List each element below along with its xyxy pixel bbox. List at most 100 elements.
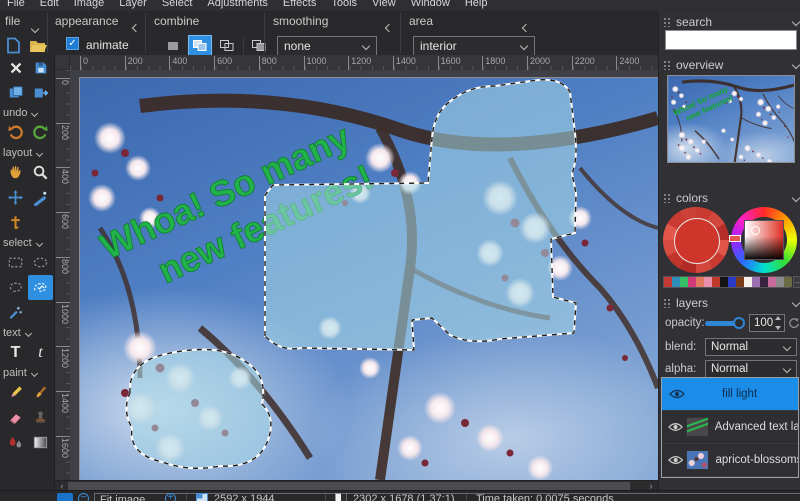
palette-swatch[interactable] <box>680 277 688 287</box>
palette-swatch[interactable] <box>704 277 712 287</box>
undo-button[interactable] <box>3 120 28 145</box>
combine-exclude-button[interactable] <box>215 35 239 56</box>
palette-swatch[interactable] <box>696 277 704 287</box>
layer-row-advanced-text[interactable]: Advanced text lay... <box>662 411 798 444</box>
menu-select[interactable]: Select <box>162 0 193 11</box>
drag-grip-icon[interactable] <box>663 59 671 70</box>
overview-thumbnail[interactable] <box>667 75 795 163</box>
menu-edit[interactable]: Edit <box>40 0 59 11</box>
palette-swatch[interactable] <box>688 277 696 287</box>
smoothing-select[interactable]: none <box>277 36 377 56</box>
palette-swatch[interactable] <box>736 277 744 287</box>
opacity-numbox[interactable] <box>749 314 785 332</box>
file-section-label[interactable]: file <box>5 14 20 28</box>
close-image-button[interactable] <box>3 55 28 80</box>
redo-button[interactable] <box>28 120 53 145</box>
palette-swatch[interactable] <box>672 277 680 287</box>
eraser-tool[interactable] <box>3 405 28 430</box>
layer-visibility-icon[interactable] <box>668 389 686 399</box>
palette-swatch[interactable] <box>728 277 736 287</box>
paintbrush-tool[interactable] <box>28 380 53 405</box>
sv-cursor[interactable] <box>751 226 760 235</box>
move-tool[interactable] <box>3 185 28 210</box>
layout-section[interactable]: layout <box>0 145 54 160</box>
drag-grip-icon[interactable] <box>663 192 671 203</box>
palette-swatch[interactable] <box>720 277 728 287</box>
file-chevron-icon[interactable] <box>30 19 40 34</box>
palette-swatch[interactable] <box>744 277 752 287</box>
area-collapse-icon[interactable] <box>521 18 531 33</box>
hue-cursor[interactable] <box>729 235 741 242</box>
save-button[interactable] <box>28 55 53 80</box>
appearance-collapse-icon[interactable] <box>131 18 141 33</box>
menu-view[interactable]: View <box>372 0 396 11</box>
combine-intersect-button[interactable] <box>247 35 271 56</box>
drag-grip-icon[interactable] <box>663 297 671 308</box>
text-section[interactable]: text <box>0 325 54 340</box>
canvas-viewport[interactable]: Whoa! So many new features! <box>70 70 658 480</box>
colors-panel-header[interactable]: colors <box>659 189 800 206</box>
text-tool[interactable]: T <box>3 340 28 365</box>
layers-collapse-icon[interactable] <box>791 298 800 308</box>
gradient-tool[interactable] <box>28 430 53 455</box>
area-select[interactable]: interior <box>413 36 535 56</box>
opacity-spinner[interactable] <box>775 316 783 330</box>
blend-select[interactable]: Normal <box>705 338 797 356</box>
menu-tools[interactable]: Tools <box>331 0 357 11</box>
zoom-out-button[interactable]: − <box>78 493 89 501</box>
open-image-icon[interactable] <box>28 37 47 54</box>
select-section[interactable]: select <box>0 235 54 250</box>
straighten-tool[interactable] <box>28 185 53 210</box>
palette-swatch[interactable] <box>784 277 792 287</box>
zoom-tool[interactable] <box>28 160 53 185</box>
alpha-select[interactable]: Normal <box>705 360 797 378</box>
pencil-tool[interactable] <box>3 380 28 405</box>
saturation-value-square[interactable] <box>745 221 783 259</box>
horizontal-scrollbar[interactable]: ‹ › <box>55 480 658 491</box>
menu-help[interactable]: Help <box>465 0 488 11</box>
layer-row-fill-light[interactable]: fill light <box>662 378 798 411</box>
smart-select-tool[interactable] <box>28 275 53 300</box>
animate-checkbox[interactable]: ✓ <box>66 37 79 50</box>
anchor-tool[interactable] <box>3 210 28 235</box>
combine-union-button[interactable] <box>188 35 212 56</box>
menu-effects[interactable]: Effects <box>283 0 316 11</box>
smoothing-collapse-icon[interactable] <box>384 18 394 33</box>
opacity-input[interactable] <box>750 315 776 331</box>
clone-stamp-tool[interactable] <box>28 405 53 430</box>
save-all-button[interactable] <box>3 80 28 105</box>
animate-label[interactable]: animate <box>86 38 129 52</box>
ellipse-select-tool[interactable] <box>28 250 53 275</box>
search-panel-header[interactable]: search <box>659 13 800 30</box>
palette-swatch[interactable] <box>712 277 720 287</box>
export-button[interactable] <box>28 80 53 105</box>
overview-collapse-icon[interactable] <box>791 60 800 70</box>
opacity-slider[interactable] <box>705 316 745 329</box>
combine-replace-button[interactable] <box>161 35 185 56</box>
drag-grip-icon[interactable] <box>663 16 671 27</box>
menu-file[interactable]: File <box>7 0 25 11</box>
pan-tool[interactable] <box>3 160 28 185</box>
menu-image[interactable]: Image <box>74 0 105 11</box>
search-input[interactable] <box>665 30 797 50</box>
undo-section[interactable]: undo <box>0 105 54 120</box>
search-collapse-icon[interactable] <box>791 17 800 27</box>
text-path-tool[interactable]: t <box>28 340 53 365</box>
overview-panel-header[interactable]: overview <box>659 56 800 73</box>
menu-layer[interactable]: Layer <box>119 0 147 11</box>
color-picker-tool[interactable] <box>3 430 28 455</box>
menu-adjustments[interactable]: Adjustments <box>207 0 268 11</box>
layer-row-apricot-blossoms[interactable]: apricot-blossoms... <box>662 444 798 477</box>
paint-section[interactable]: paint <box>0 365 54 380</box>
layer-visibility-icon[interactable] <box>668 422 684 432</box>
lasso-select-tool[interactable] <box>3 275 28 300</box>
rectangle-select-tool[interactable] <box>3 250 28 275</box>
layer-visibility-icon[interactable] <box>668 455 684 465</box>
palette-swatch[interactable] <box>768 277 776 287</box>
palette-swatch[interactable] <box>776 277 784 287</box>
magic-wand-tool[interactable] <box>3 300 28 325</box>
palette-swatch[interactable] <box>664 277 672 287</box>
menu-window[interactable]: Window <box>411 0 450 11</box>
opacity-reset-icon[interactable] <box>788 317 800 329</box>
colors-collapse-icon[interactable] <box>791 193 800 203</box>
